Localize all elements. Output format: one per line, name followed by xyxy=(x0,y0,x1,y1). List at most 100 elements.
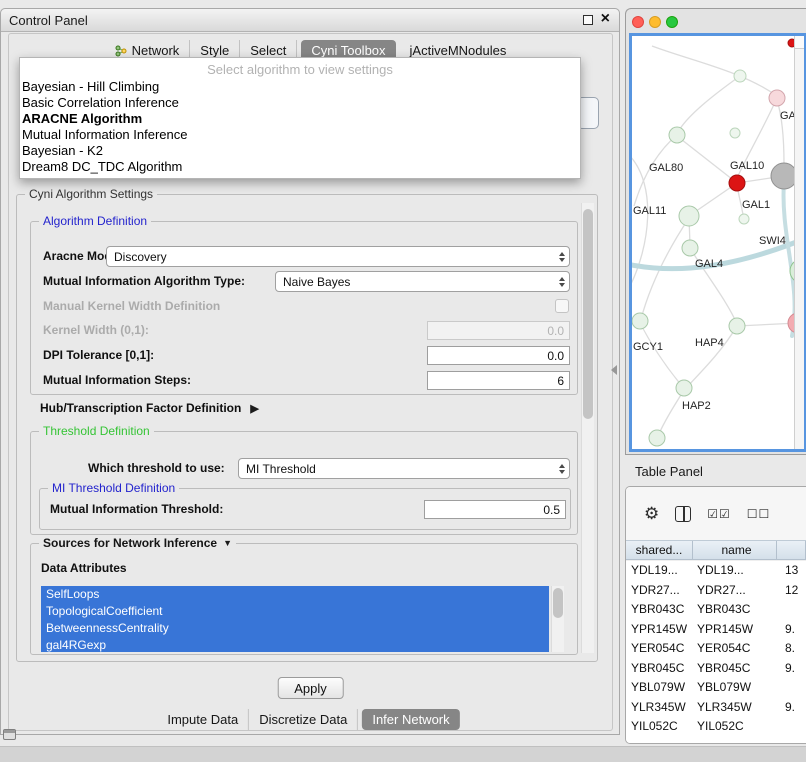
tab-infer-network[interactable]: Infer Network xyxy=(362,709,459,730)
attributes-scrollbar-thumb[interactable] xyxy=(553,588,563,618)
attribute-item[interactable]: BetweennessCentrality xyxy=(41,620,549,637)
cyni-settings-group: Cyni Algorithm Settings Algorithm Defini… xyxy=(16,194,598,662)
manual-kernel-width-checkbox[interactable] xyxy=(555,299,569,313)
splitter-collapse-handle[interactable] xyxy=(611,365,617,375)
table-cell xyxy=(777,600,806,620)
control-panel-titlebar[interactable]: Control Panel × xyxy=(1,9,619,32)
network-node[interactable] xyxy=(682,240,698,256)
close-icon[interactable]: × xyxy=(601,10,610,28)
tab-impute-data[interactable]: Impute Data xyxy=(157,709,249,730)
column-header[interactable] xyxy=(777,541,806,559)
table-row[interactable]: YBR043C YBR043C xyxy=(626,600,806,620)
settings-scrollbar-thumb[interactable] xyxy=(583,209,593,419)
tab-discretize-data[interactable]: Discretize Data xyxy=(249,709,358,730)
select-all-icon[interactable]: ☑☑ xyxy=(707,507,731,521)
table-cell: 13 xyxy=(777,561,806,581)
column-header[interactable]: name xyxy=(693,541,777,559)
mi-type-value: Naive Bayes xyxy=(283,275,350,289)
control-panel-window: Control Panel × Network Sty xyxy=(0,8,620,735)
table-row[interactable]: YDR27... YDR27... 12 xyxy=(626,581,806,601)
mi-threshold-input[interactable] xyxy=(424,500,566,519)
network-node[interactable] xyxy=(734,70,746,82)
algorithm-option[interactable]: Dream8 DC_TDC Algorithm xyxy=(20,159,580,175)
table-body: YDL19... YDL19... 13 YDR27... YDR27... 1… xyxy=(626,561,806,743)
table-toolbar: ⚙ ☑☑ ☐☐ xyxy=(626,487,806,540)
algorithm-option[interactable]: Mutual Information Inference xyxy=(20,127,580,143)
table-row[interactable]: YBL079W YBL079W xyxy=(626,678,806,698)
network-node[interactable] xyxy=(669,127,685,143)
tab-label: Cyni Toolbox xyxy=(311,43,385,58)
mi-type-label: Mutual Information Algorithm Type: xyxy=(43,271,245,292)
network-node[interactable] xyxy=(676,380,692,396)
tab-label: jActiveMNodules xyxy=(410,43,507,58)
gear-icon[interactable]: ⚙ xyxy=(644,505,659,522)
table-row[interactable]: YIL052C YIL052C xyxy=(626,717,806,737)
zoom-traffic-light[interactable] xyxy=(666,16,678,28)
table-row[interactable]: YER054C YER054C 8. xyxy=(626,639,806,659)
hub-definition-toggle[interactable]: Hub/Transcription Factor Definition ▶ xyxy=(40,401,259,415)
attributes-list[interactable]: SelfLoops TopologicalCoefficient Between… xyxy=(41,586,549,652)
network-node[interactable] xyxy=(632,313,648,329)
network-node[interactable] xyxy=(649,430,665,446)
mi-threshold-definition-group: MI Threshold Definition Mutual Informati… xyxy=(39,488,571,530)
network-node-label: HAP4 xyxy=(695,337,724,349)
float-window-icon[interactable] xyxy=(583,15,593,25)
table-cell: YPR145W xyxy=(693,620,777,640)
which-threshold-label: Which threshold to use: xyxy=(88,458,225,479)
algorithm-option[interactable]: Basic Correlation Inference xyxy=(20,95,580,111)
kernel-width-label: Kernel Width (0,1): xyxy=(43,321,149,340)
attributes-scrollbar[interactable] xyxy=(551,586,564,652)
scroll-up-button[interactable] xyxy=(795,36,804,49)
network-node[interactable] xyxy=(739,214,749,224)
window-title: Control Panel xyxy=(9,13,88,28)
settings-scrollbar[interactable] xyxy=(581,203,594,653)
minimize-traffic-light[interactable] xyxy=(649,16,661,28)
network-node-label: HAP2 xyxy=(682,400,711,412)
attribute-item[interactable]: SelfLoops xyxy=(41,586,549,603)
collapsed-arrow-icon: ▶ xyxy=(250,402,258,415)
algorithm-option[interactable]: Bayesian - K2 xyxy=(20,143,580,159)
kernel-width-input[interactable] xyxy=(427,321,570,340)
network-node[interactable] xyxy=(679,206,699,226)
mi-steps-input[interactable] xyxy=(427,371,570,390)
network-node-selected[interactable] xyxy=(729,175,745,191)
which-threshold-select[interactable]: MI Threshold xyxy=(238,458,570,479)
table-row[interactable]: YLR345W YLR345W 9. xyxy=(626,698,806,718)
table-row[interactable]: YBR045C YBR045C 9. xyxy=(626,659,806,679)
network-node[interactable] xyxy=(769,90,785,106)
table-cell: YBR043C xyxy=(693,600,777,620)
algorithm-option[interactable]: Bayesian - Hill Climbing xyxy=(20,79,580,95)
close-traffic-light[interactable] xyxy=(632,16,644,28)
dropdown-placeholder: Select algorithm to view settings xyxy=(20,60,580,79)
table-row[interactable]: YPR145W YPR145W 9. xyxy=(626,620,806,640)
network-node[interactable] xyxy=(730,128,740,138)
dpi-tolerance-input[interactable] xyxy=(427,346,570,365)
tab-label: Discretize Data xyxy=(259,712,347,727)
combo-arrows-icon xyxy=(559,459,565,478)
table-cell: 9. xyxy=(777,620,806,640)
table-cell: YBL079W xyxy=(626,678,693,698)
table-row[interactable]: YDL19... YDL19... 13 xyxy=(626,561,806,581)
sources-title-row[interactable]: Sources for Network Inference ▼ xyxy=(39,536,236,550)
network-vertical-scrollbar[interactable] xyxy=(794,36,804,449)
mi-steps-label: Mutual Information Steps: xyxy=(43,371,191,390)
mi-type-select[interactable]: Naive Bayes xyxy=(275,271,570,292)
algorithm-option-selected[interactable]: ARACNE Algorithm xyxy=(20,111,580,127)
apply-button[interactable]: Apply xyxy=(277,677,344,699)
columns-icon[interactable] xyxy=(675,506,691,522)
minimized-window-icon[interactable] xyxy=(3,729,16,740)
network-node-label: GAL11 xyxy=(633,205,666,217)
combo-arrows-icon xyxy=(559,272,565,291)
algorithm-dropdown-popup: Select algorithm to view settings Bayesi… xyxy=(19,57,581,179)
aracne-mode-select[interactable]: Discovery xyxy=(106,246,570,267)
attribute-item[interactable]: TopologicalCoefficient xyxy=(41,603,549,620)
network-node[interactable] xyxy=(729,318,745,334)
deselect-all-icon[interactable]: ☐☐ xyxy=(747,507,771,521)
network-canvas[interactable]: GAL80 GAL10 GAL1 GAL11 SWI4 GAL4 GCY1 HA… xyxy=(629,33,806,452)
network-node-label: SWI4 xyxy=(759,235,786,247)
column-header[interactable]: shared... xyxy=(626,541,693,559)
sources-group: Sources for Network Inference ▼ Data Att… xyxy=(30,543,578,655)
attribute-item[interactable]: gal4RGexp xyxy=(41,637,549,652)
network-icon xyxy=(115,45,127,57)
mi-threshold-definition-title: MI Threshold Definition xyxy=(48,481,179,495)
